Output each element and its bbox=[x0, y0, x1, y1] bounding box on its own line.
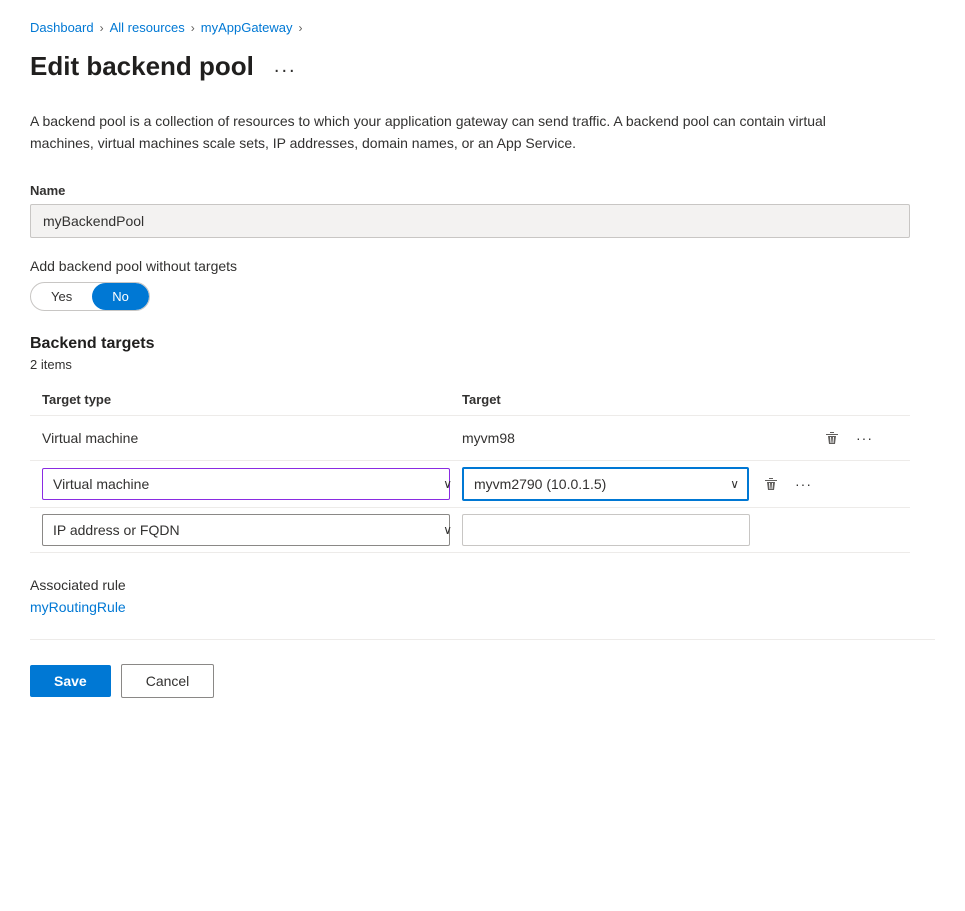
breadcrumb-dashboard[interactable]: Dashboard bbox=[30, 20, 94, 35]
more-options-button[interactable]: ... bbox=[266, 51, 305, 82]
row1-target-type: Virtual machine bbox=[42, 430, 462, 446]
row1-delete-button[interactable] bbox=[818, 426, 846, 450]
breadcrumb-app-gateway[interactable]: myAppGateway bbox=[201, 20, 293, 35]
row2-target-type-wrapper: Virtual machine IP address or FQDN ∨ bbox=[42, 468, 462, 500]
row2-more-button[interactable]: ··· bbox=[789, 472, 818, 496]
breadcrumb-all-resources[interactable]: All resources bbox=[110, 20, 185, 35]
row2-delete-button[interactable] bbox=[757, 472, 785, 496]
cancel-button[interactable]: Cancel bbox=[121, 664, 215, 698]
breadcrumb-sep-1: › bbox=[100, 21, 104, 35]
footer-actions: Save Cancel bbox=[30, 656, 935, 698]
dropdown-row-2: IP address or FQDN Virtual machine ∨ bbox=[30, 508, 910, 553]
row2-target-select[interactable]: myvm2790 (10.0.1.5) myvm98 bbox=[462, 467, 749, 501]
footer-divider bbox=[30, 639, 935, 640]
page-description: A backend pool is a collection of resour… bbox=[30, 110, 850, 155]
routing-rule-link[interactable]: myRoutingRule bbox=[30, 599, 126, 615]
backend-targets-title: Backend targets bbox=[30, 335, 910, 353]
row1-more-button[interactable]: ··· bbox=[850, 426, 879, 450]
row1-actions: ··· bbox=[818, 426, 898, 450]
backend-targets-section: Backend targets 2 items Target type Targ… bbox=[30, 335, 910, 553]
name-field-group: Name bbox=[30, 183, 935, 238]
page-title: Edit backend pool bbox=[30, 51, 254, 82]
row2-target-type-select[interactable]: Virtual machine IP address or FQDN bbox=[42, 468, 450, 500]
associated-rule-label: Associated rule bbox=[30, 577, 935, 593]
toggle-no-button[interactable]: No bbox=[92, 283, 149, 310]
breadcrumb-sep-2: › bbox=[191, 21, 195, 35]
col-target: Target bbox=[462, 392, 818, 407]
toggle-control: Yes No bbox=[30, 282, 150, 311]
row2-actions: ··· bbox=[757, 472, 818, 496]
trash-icon-2 bbox=[763, 476, 779, 492]
breadcrumb-sep-3: › bbox=[299, 21, 303, 35]
col-actions bbox=[818, 392, 898, 407]
row3-target-type-wrapper: IP address or FQDN Virtual machine ∨ bbox=[42, 514, 462, 546]
toggle-yes-button[interactable]: Yes bbox=[31, 283, 92, 310]
toggle-section: Add backend pool without targets Yes No bbox=[30, 258, 935, 311]
save-button[interactable]: Save bbox=[30, 665, 111, 697]
toggle-label: Add backend pool without targets bbox=[30, 258, 935, 274]
row3-target-input[interactable] bbox=[462, 514, 750, 546]
table-header: Target type Target bbox=[30, 384, 910, 416]
col-target-type: Target type bbox=[42, 392, 462, 407]
name-label: Name bbox=[30, 183, 935, 198]
table-row: Virtual machine myvm98 ··· bbox=[30, 416, 910, 461]
dropdown-row-1: Virtual machine IP address or FQDN ∨ myv… bbox=[30, 461, 910, 508]
page-header: Edit backend pool ... bbox=[30, 51, 935, 82]
row3-target-type-select[interactable]: IP address or FQDN Virtual machine bbox=[42, 514, 450, 546]
row2-target-wrapper: myvm2790 (10.0.1.5) myvm98 ∨ bbox=[462, 467, 749, 501]
items-count: 2 items bbox=[30, 357, 910, 372]
trash-icon bbox=[824, 430, 840, 446]
name-input[interactable] bbox=[30, 204, 910, 238]
row1-target: myvm98 bbox=[462, 430, 818, 446]
breadcrumb: Dashboard › All resources › myAppGateway… bbox=[30, 20, 935, 35]
associated-rule-section: Associated rule myRoutingRule bbox=[30, 577, 935, 615]
